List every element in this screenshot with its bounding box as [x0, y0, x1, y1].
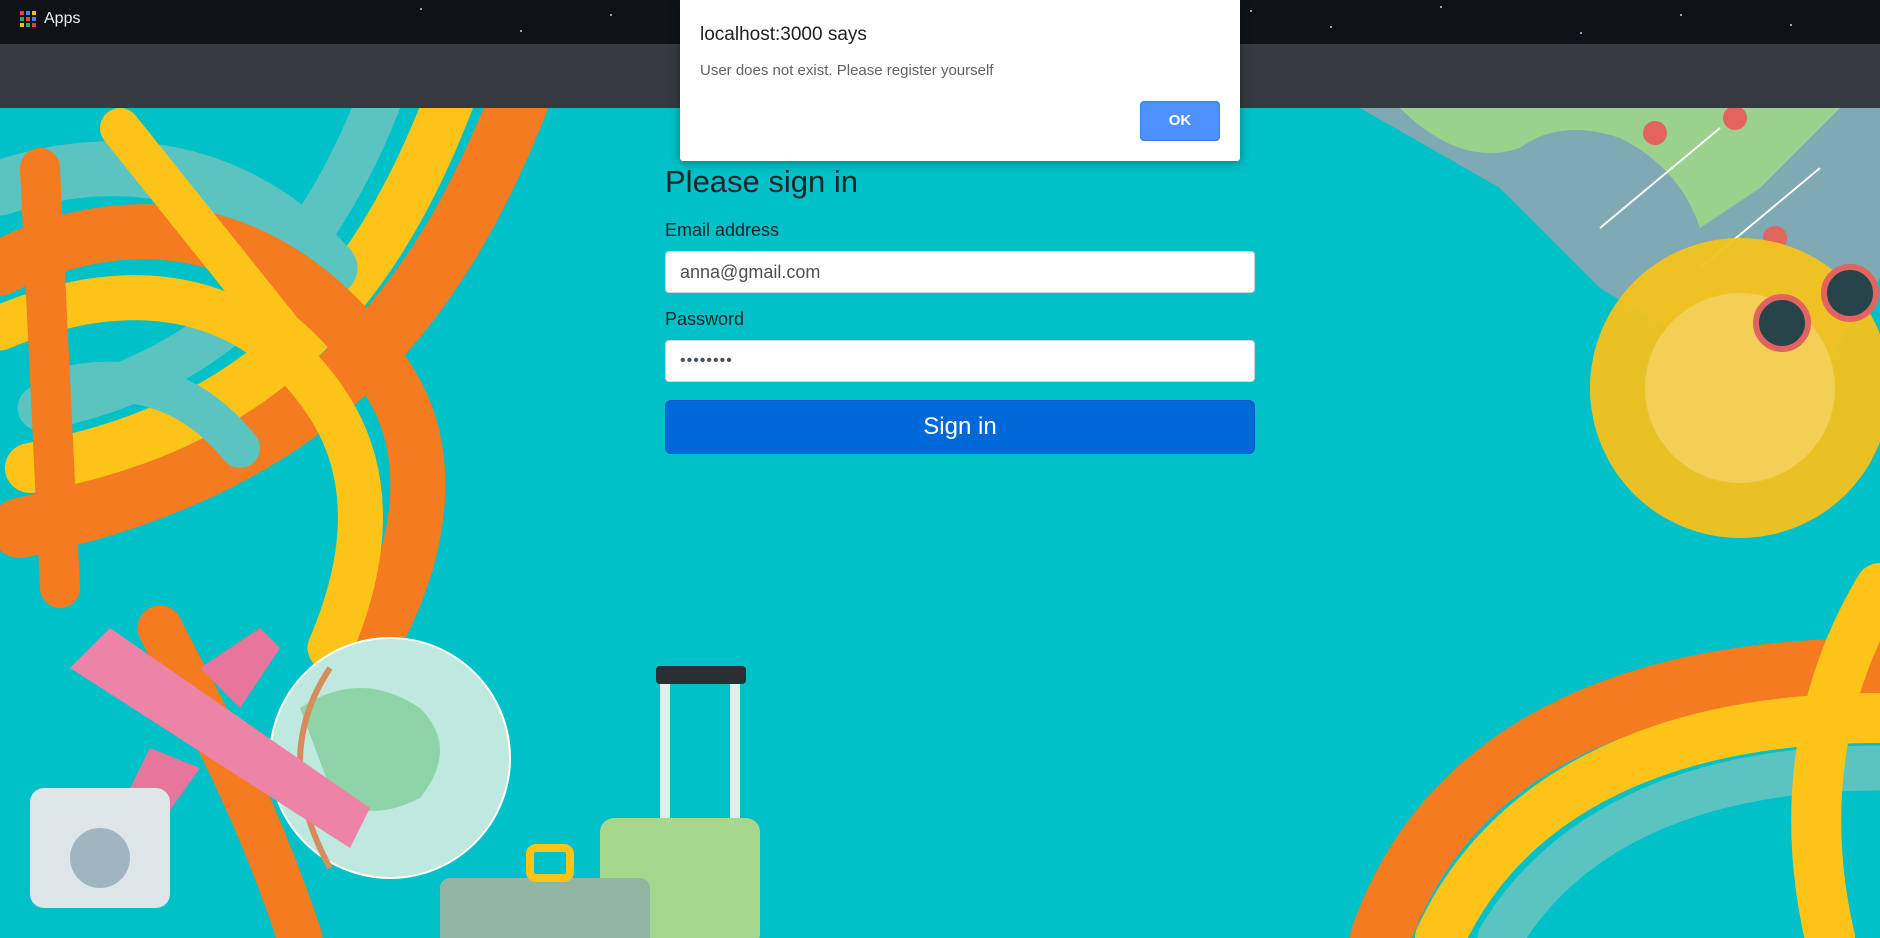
- star-decoration: [1580, 32, 1582, 34]
- apps-grid-icon: [20, 11, 36, 27]
- alert-dialog: localhost:3000 says User does not exist.…: [680, 0, 1240, 161]
- star-decoration: [1440, 6, 1442, 8]
- star-decoration: [1330, 26, 1332, 28]
- apps-label: Apps: [44, 10, 81, 27]
- star-decoration: [1680, 14, 1682, 16]
- globe-illustration: [269, 637, 511, 879]
- star-decoration: [1790, 24, 1792, 26]
- dialog-message: User does not exist. Please register you…: [700, 62, 994, 79]
- signin-form: Please sign in Email address anna@gmail.…: [665, 160, 1255, 454]
- star-decoration: [1250, 10, 1252, 12]
- ok-button[interactable]: OK: [1140, 101, 1220, 141]
- apps-shortcut[interactable]: Apps: [20, 10, 80, 28]
- sign-in-button[interactable]: Sign in: [665, 400, 1255, 454]
- email-label: Email address: [665, 220, 780, 240]
- star-decoration: [610, 14, 612, 16]
- camera-illustration: [30, 788, 170, 908]
- password-label: Password: [665, 309, 745, 329]
- dialog-title: localhost:3000 says: [700, 24, 867, 45]
- email-field[interactable]: anna@gmail.com: [665, 251, 1255, 293]
- page-title: Please sign in: [665, 164, 859, 199]
- password-field[interactable]: ••••••••: [665, 340, 1255, 382]
- right-stripes-decoration: [1350, 563, 1880, 938]
- star-decoration: [520, 30, 522, 32]
- star-decoration: [420, 8, 422, 10]
